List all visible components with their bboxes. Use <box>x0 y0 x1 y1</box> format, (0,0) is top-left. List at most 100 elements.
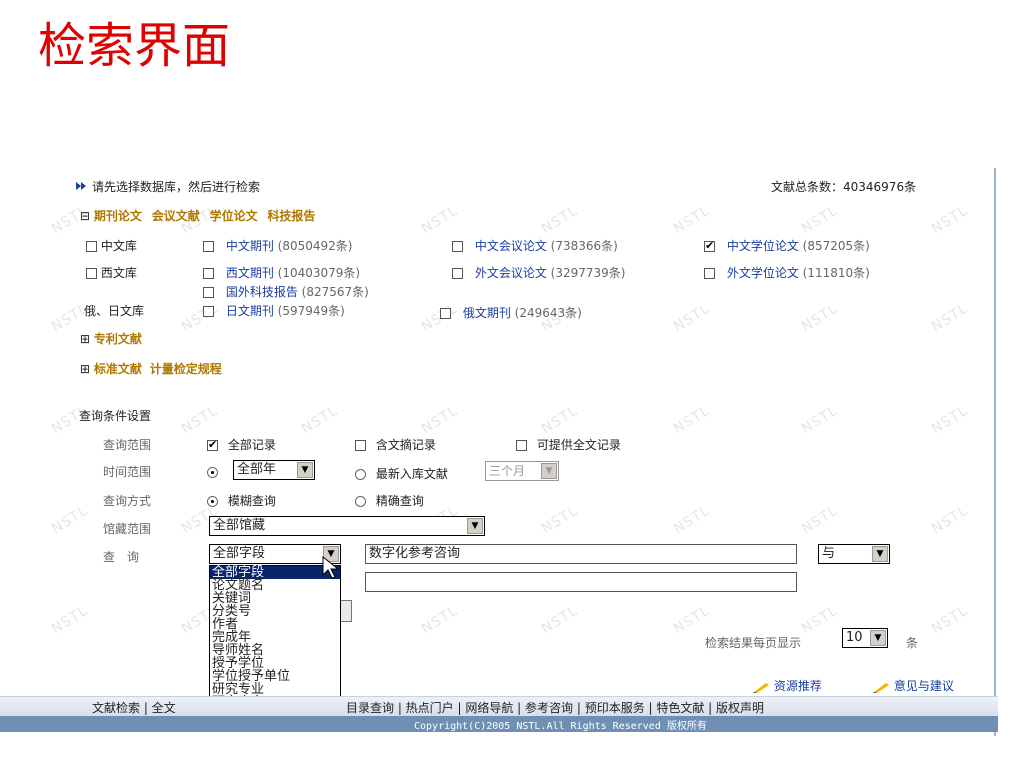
holding-label: 馆藏范围 <box>103 522 152 536</box>
per-page-select[interactable]: 10 ▼ <box>842 628 888 648</box>
chevron-down-icon: ▼ <box>870 630 886 646</box>
scope-abstract-label: 含文摘记录 <box>375 438 436 452</box>
foreign-report-count: (827567条) <box>301 285 369 299</box>
ru-journal-checkbox[interactable] <box>440 308 451 319</box>
logic-value: 与 <box>822 546 836 561</box>
per-page-unit: 条 <box>906 636 919 650</box>
slide-title: 检索界面 <box>38 18 231 74</box>
west-journal-checkbox[interactable] <box>203 268 214 279</box>
watermark-text: NSTL <box>928 602 971 638</box>
zh-conf-checkbox[interactable] <box>452 241 463 252</box>
west-conf-checkbox[interactable] <box>452 268 463 279</box>
time-recent-select[interactable]: 三个月 ▼ <box>485 461 559 481</box>
jp-journal-checkbox[interactable] <box>203 306 214 317</box>
zh-journal-checkbox[interactable] <box>203 241 214 252</box>
chevron-down-icon: ▼ <box>872 546 888 562</box>
chevron-down-icon: ▼ <box>297 462 313 478</box>
ru-jp-lib-label: 俄、日文库 <box>84 304 145 318</box>
watermark-text: NSTL <box>928 300 971 336</box>
zh-thesis-link[interactable]: 中文学位论文 <box>727 239 799 253</box>
time-recent-radio[interactable] <box>355 469 366 480</box>
cat-conference[interactable]: 会议文献 <box>152 209 200 223</box>
jp-journal-count: (597949条) <box>277 304 345 318</box>
jp-journal-link[interactable]: 日文期刊 <box>226 304 274 318</box>
zh-thesis-checkbox[interactable] <box>704 239 715 252</box>
watermark-text: NSTL <box>418 202 461 238</box>
expand-icon[interactable]: ⊞ <box>80 362 90 376</box>
ru-journal-link[interactable]: 俄文期刊 <box>463 306 511 320</box>
method-fuzzy-label: 模糊查询 <box>227 494 276 508</box>
zh-lib-label: 中文库 <box>100 239 137 253</box>
watermark-text: NSTL <box>670 502 713 538</box>
time-all-select[interactable]: 全部年 ▼ <box>233 460 315 480</box>
watermark-text: NSTL <box>798 202 841 238</box>
watermark-text: NSTL <box>798 502 841 538</box>
zh-conf-link[interactable]: 中文会议论文 <box>475 239 547 253</box>
time-recent-value: 三个月 <box>489 464 526 478</box>
footer-nav-right[interactable]: 目录查询 | 热点门户 | 网络导航 | 参考咨询 | 预印本服务 | 特色文献… <box>346 699 764 716</box>
arrow-icon <box>76 180 92 194</box>
keyword-input-2[interactable] <box>365 572 797 592</box>
field-dropdown-list[interactable]: 全部字段论文题名关键词分类号作者完成年导师姓名授予学位学位授予单位研究专业研究方… <box>209 565 341 710</box>
pencil-icon <box>872 681 890 693</box>
cursor-icon <box>322 555 340 583</box>
field-value: 全部字段 <box>213 546 266 561</box>
zh-journal-link[interactable]: 中文期刊 <box>226 239 274 253</box>
feedback-link[interactable]: 意见与建议 <box>894 679 954 693</box>
cat-thesis[interactable]: 学位论文 <box>210 209 258 223</box>
watermark-text: NSTL <box>538 202 581 238</box>
west-lib-checkbox[interactable] <box>86 268 97 279</box>
foreign-report-checkbox[interactable] <box>203 287 214 298</box>
cat-journal[interactable]: 期刊论文 <box>94 209 142 223</box>
cat-report[interactable]: 科技报告 <box>267 209 315 223</box>
watermark-text: NSTL <box>48 502 91 538</box>
method-exact-radio[interactable] <box>355 496 366 507</box>
per-page-value: 10 <box>846 630 863 645</box>
west-lib-label: 西文库 <box>100 266 137 280</box>
watermark-text: NSTL <box>928 202 971 238</box>
watermark-text: NSTL <box>538 602 581 638</box>
cat-patent[interactable]: 专利文献 <box>94 332 142 346</box>
chevron-down-icon: ▼ <box>467 518 483 534</box>
foreign-report-link[interactable]: 国外科技报告 <box>226 285 298 299</box>
watermark-text: NSTL <box>418 402 461 438</box>
west-conf-count: (3297739条) <box>550 266 626 280</box>
west-thesis-link[interactable]: 外文学位论文 <box>727 266 799 280</box>
zh-journal-count: (8050492条) <box>277 239 353 253</box>
scope-fulltext-checkbox[interactable] <box>516 440 527 451</box>
footer-nav-left[interactable]: 文献检索 | 全文 <box>92 699 176 716</box>
west-conf-link[interactable]: 外文会议论文 <box>475 266 547 280</box>
time-all-radio[interactable] <box>207 467 218 478</box>
method-fuzzy-radio[interactable] <box>207 496 218 507</box>
watermark-text: NSTL <box>670 402 713 438</box>
keyword-input[interactable]: 数字化参考咨询 <box>365 544 797 564</box>
west-journal-link[interactable]: 西文期刊 <box>226 266 274 280</box>
expand-icon[interactable]: ⊞ <box>80 332 90 346</box>
cat-standard[interactable]: 标准文献 <box>94 362 142 376</box>
west-thesis-checkbox[interactable] <box>704 268 715 279</box>
logic-select[interactable]: 与 ▼ <box>818 544 890 564</box>
header-prompt: 请先选择数据库，然后进行检索 <box>92 180 261 194</box>
scope-abstract-checkbox[interactable] <box>355 440 366 451</box>
method-label: 查询方式 <box>103 494 152 508</box>
watermark-text: NSTL <box>798 402 841 438</box>
cat-metrology[interactable]: 计量检定规程 <box>150 362 222 376</box>
watermark-text: NSTL <box>670 202 713 238</box>
chevron-down-icon: ▼ <box>541 463 557 479</box>
time-all-value: 全部年 <box>237 462 277 477</box>
recommend-link[interactable]: 资源推荐 <box>774 679 822 693</box>
per-page-label: 检索结果每页显示 <box>705 636 802 650</box>
watermark-text: NSTL <box>48 602 91 638</box>
pencil-icon <box>752 681 770 693</box>
collapse-icon[interactable]: ⊟ <box>80 209 90 223</box>
zh-conf-count: (738366条) <box>550 239 618 253</box>
copyright-text: Copyright(C)2005 NSTL.All Rights Reserve… <box>414 721 707 732</box>
watermark-text: NSTL <box>418 602 461 638</box>
watermark-text: NSTL <box>928 502 971 538</box>
watermark-text: NSTL <box>298 402 341 438</box>
scope-fulltext-label: 可提供全文记录 <box>536 438 621 452</box>
watermark-text: NSTL <box>670 300 713 336</box>
holding-select[interactable]: 全部馆藏 ▼ <box>209 516 485 536</box>
zh-lib-checkbox[interactable] <box>86 241 97 252</box>
scope-all-checkbox[interactable] <box>207 438 218 451</box>
